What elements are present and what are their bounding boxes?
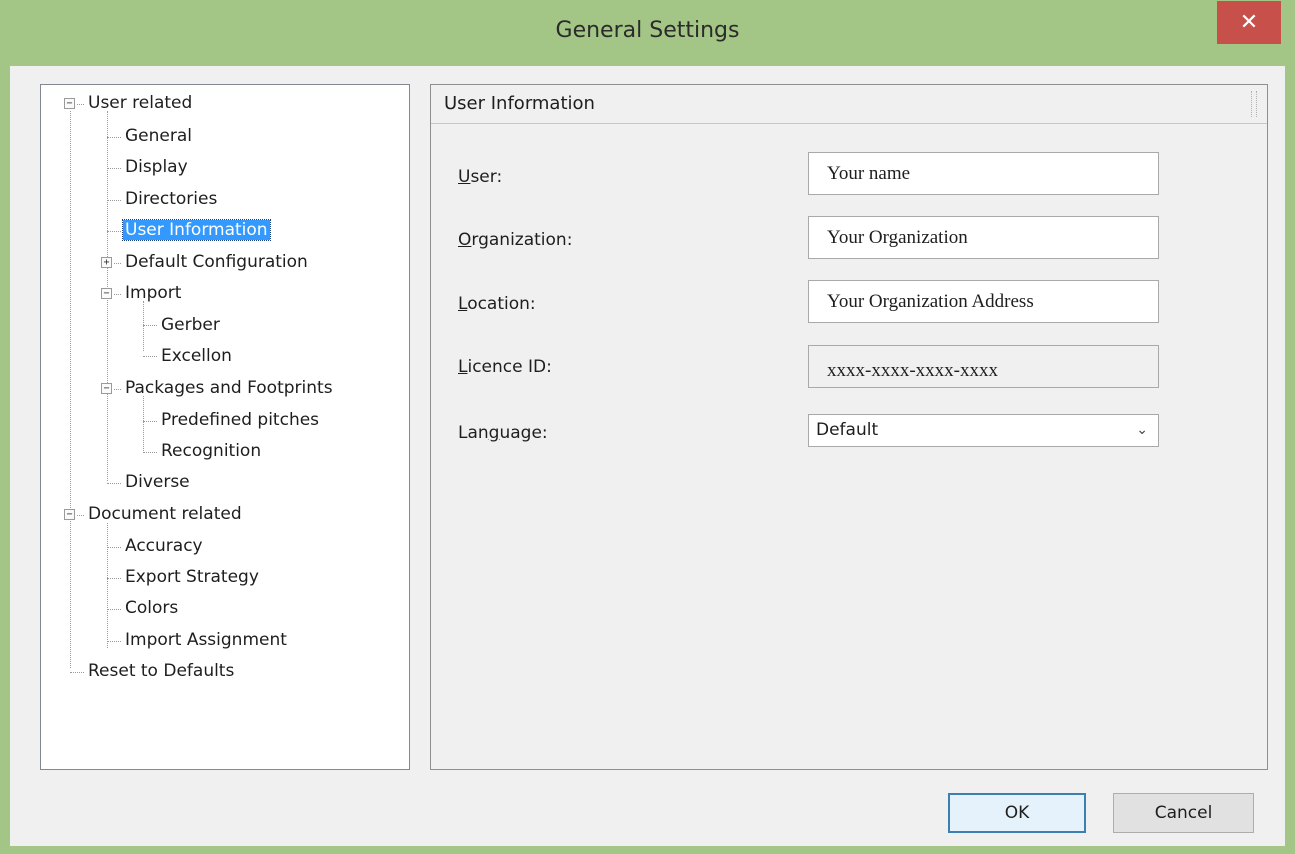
dialog-client-area: − + − − − User related General Display D…	[10, 66, 1285, 846]
tree-item-export-strategy[interactable]: Export Strategy	[123, 565, 261, 589]
collapse-icon[interactable]: −	[101, 383, 112, 394]
collapse-icon[interactable]: −	[64, 509, 75, 520]
tree-item-colors[interactable]: Colors	[123, 596, 180, 620]
tree-item-document-related[interactable]: Document related	[86, 502, 244, 526]
language-label: Language:	[458, 423, 548, 443]
tree-item-accuracy[interactable]: Accuracy	[123, 534, 205, 558]
tree-item-gerber[interactable]: Gerber	[159, 313, 222, 337]
collapse-icon[interactable]: −	[101, 288, 112, 299]
tree-item-user-related[interactable]: User related	[86, 91, 194, 115]
tree-item-reset-to-defaults[interactable]: Reset to Defaults	[86, 659, 236, 683]
tree-item-packages-and-footprints[interactable]: Packages and Footprints	[123, 376, 335, 400]
tree-item-diverse[interactable]: Diverse	[123, 470, 192, 494]
panel-title: User Information	[444, 93, 595, 114]
chevron-down-icon: ⌄	[1136, 422, 1148, 438]
tree-item-directories[interactable]: Directories	[123, 187, 219, 211]
language-select[interactable]: Default ⌄	[808, 414, 1159, 447]
organization-field[interactable]: Your Organization	[808, 216, 1159, 259]
licence-id-field: xxxx-xxxx-xxxx-xxxx	[808, 345, 1159, 388]
expand-icon[interactable]: +	[101, 257, 112, 268]
tree-item-excellon[interactable]: Excellon	[159, 344, 234, 368]
user-label: User:	[458, 167, 503, 187]
tree-item-import-assignment[interactable]: Import Assignment	[123, 628, 289, 652]
grip-icon	[1251, 91, 1257, 117]
cancel-button[interactable]: Cancel	[1113, 793, 1254, 833]
location-label: Location:	[458, 294, 536, 314]
language-select-value: Default	[816, 420, 879, 440]
tree-item-default-configuration[interactable]: Default Configuration	[123, 250, 310, 274]
title-bar: General Settings ✕	[0, 0, 1295, 66]
settings-tree[interactable]: − + − − − User related General Display D…	[40, 84, 410, 770]
tree-item-predefined-pitches[interactable]: Predefined pitches	[159, 408, 321, 432]
settings-window: General Settings ✕ − + − − − User relate…	[0, 0, 1295, 854]
panel-header: User Information	[431, 85, 1267, 124]
tree-item-import[interactable]: Import	[123, 281, 183, 305]
close-icon: ✕	[1239, 10, 1259, 35]
user-information-panel: User Information User: Your name Organiz…	[430, 84, 1268, 770]
ok-button[interactable]: OK	[948, 793, 1086, 833]
tree-item-recognition[interactable]: Recognition	[159, 439, 263, 463]
collapse-icon[interactable]: −	[64, 98, 75, 109]
location-field[interactable]: Your Organization Address	[808, 280, 1159, 323]
licence-id-label: Licence ID:	[458, 357, 552, 377]
tree-item-general[interactable]: General	[123, 124, 194, 148]
tree-item-display[interactable]: Display	[123, 155, 190, 179]
close-button[interactable]: ✕	[1217, 1, 1281, 44]
user-field[interactable]: Your name	[808, 152, 1159, 195]
tree-item-user-information[interactable]: User Information	[122, 218, 271, 242]
organization-label: Organization:	[458, 230, 573, 250]
window-title: General Settings	[555, 18, 740, 43]
